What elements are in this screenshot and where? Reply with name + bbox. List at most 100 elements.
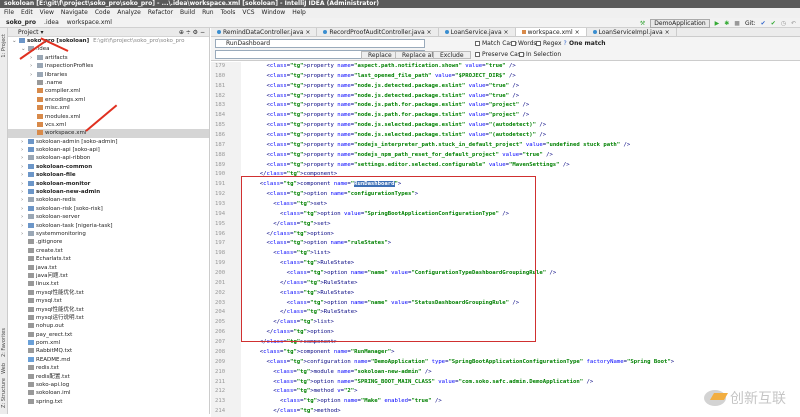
tree-item[interactable]: mysql运行说明.txt <box>8 314 209 322</box>
breadcrumb-project[interactable]: soko_pro <box>6 18 36 27</box>
tree-item[interactable]: › sokoloan-new-admin <box>8 188 209 196</box>
tree-item[interactable]: README.md <box>8 356 209 364</box>
build-icon[interactable]: ⚒ <box>640 20 645 27</box>
tree-item[interactable]: java问题.txt <box>8 272 209 280</box>
words-checkbox[interactable]: Words <box>511 40 537 48</box>
exclude-button[interactable]: Exclude <box>433 51 471 59</box>
stop-icon[interactable]: ■ <box>734 20 740 27</box>
tree-item[interactable]: › sokoloan-task [nigeria-task] <box>8 222 209 230</box>
chevron-right-icon[interactable]: › <box>21 188 28 196</box>
menu-refactor[interactable]: Refactor <box>148 8 173 18</box>
tree-item[interactable]: › sokoloan-redis <box>8 196 209 204</box>
tree-item[interactable]: .name <box>8 79 209 87</box>
chevron-right-icon[interactable]: › <box>21 213 28 221</box>
structure-tool-tab[interactable]: Z: Structure <box>1 378 7 408</box>
menu-edit[interactable]: Edit <box>21 8 33 18</box>
breadcrumb-file[interactable]: workspace.xml <box>67 18 112 27</box>
menu-run[interactable]: Run <box>202 8 214 18</box>
git-update-icon[interactable]: ✔ <box>761 20 766 27</box>
project-tool-tab[interactable]: 1: Project <box>1 34 7 58</box>
tree-item[interactable]: › sokoloan-monitor <box>8 180 209 188</box>
chevron-right-icon[interactable]: › <box>21 230 28 238</box>
run-config-select[interactable]: DemoApplication <box>650 18 710 28</box>
chevron-right-icon[interactable]: › <box>21 205 28 213</box>
tree-item[interactable]: › sokoloan-server <box>8 213 209 221</box>
editor-tab[interactable]: LoanServiceImpl.java × <box>587 28 677 36</box>
tree-item[interactable]: spring.txt <box>8 398 209 406</box>
run-icon[interactable]: ▶ <box>715 20 720 27</box>
tree-item[interactable]: › artifacts <box>8 54 209 62</box>
chevron-right-icon[interactable]: › <box>30 54 37 62</box>
chevron-right-icon[interactable]: › <box>21 180 28 188</box>
tree-item[interactable]: .gitignore <box>8 238 209 246</box>
tree-item[interactable]: › sokoloan-api [soko-api] <box>8 146 209 154</box>
chevron-right-icon[interactable]: › <box>21 163 28 171</box>
tree-item[interactable]: redis.txt <box>8 364 209 372</box>
tree-item[interactable]: create.txt <box>8 247 209 255</box>
tree-item[interactable]: › sokoloan-risk [soko-risk] <box>8 205 209 213</box>
tree-item[interactable]: mysql性能优化.txt <box>8 306 209 314</box>
tree-item[interactable]: › sokoloan-admin [soko-admin] <box>8 138 209 146</box>
favorites-tool-tab[interactable]: 2: Favorites <box>1 328 7 357</box>
chevron-right-icon[interactable]: › <box>21 222 28 230</box>
tree-item[interactable]: encodings.xml <box>8 96 209 104</box>
tree-item[interactable]: nohup.out <box>8 322 209 330</box>
chevron-right-icon[interactable]: › <box>21 171 28 179</box>
tree-item[interactable]: linux.txt <box>8 280 209 288</box>
breadcrumb-folder[interactable]: .idea <box>44 18 59 27</box>
chevron-right-icon[interactable]: › <box>30 71 37 79</box>
tree-item[interactable]: mysql.txt <box>8 297 209 305</box>
menu-window[interactable]: Window <box>262 8 286 18</box>
tree-item[interactable]: › systemmonitoring <box>8 230 209 238</box>
tree-item[interactable]: › inspectionProfiles <box>8 62 209 70</box>
regex-checkbox[interactable]: Regex ? <box>536 40 567 48</box>
tree-item[interactable]: workspace.xml <box>8 129 209 138</box>
chevron-right-icon[interactable]: › <box>21 196 28 204</box>
web-tool-tab[interactable]: Web <box>1 363 7 374</box>
chevron-right-icon[interactable]: › <box>21 146 28 154</box>
menu-tools[interactable]: Tools <box>221 8 236 18</box>
tree-item[interactable]: pay_erect.txt <box>8 331 209 339</box>
search-input[interactable]: RunDashboard <box>215 39 425 48</box>
tree-item[interactable]: redis配置.txt <box>8 373 209 381</box>
chevron-right-icon[interactable]: › <box>21 154 28 162</box>
editor-tab[interactable]: RemindDataController.java × <box>211 28 318 36</box>
menu-code[interactable]: Code <box>95 8 110 18</box>
tree-item[interactable]: Echarlats.txt <box>8 255 209 263</box>
tree-item[interactable]: vcs.xml <box>8 121 209 129</box>
git-commit-icon[interactable]: ✔ <box>771 20 776 27</box>
tree-item[interactable]: › sokoloan-api-ribbon <box>8 154 209 162</box>
menu-vcs[interactable]: VCS <box>242 8 254 18</box>
history-icon[interactable]: ◷ <box>781 20 786 27</box>
menu-file[interactable]: File <box>4 8 14 18</box>
chevron-right-icon[interactable]: › <box>21 138 28 146</box>
menu-help[interactable]: Help <box>292 8 306 18</box>
tree-item[interactable]: sokoloan.iml <box>8 389 209 397</box>
preserve-case-checkbox[interactable]: Preserve Case <box>475 51 525 59</box>
tree-item[interactable]: pom.xml <box>8 339 209 347</box>
tree-item[interactable]: modules.xml <box>8 113 209 121</box>
tree-item[interactable]: java.txt <box>8 264 209 272</box>
menu-view[interactable]: View <box>40 8 54 18</box>
tree-item[interactable]: › libraries <box>8 71 209 79</box>
panel-settings-icon[interactable]: ⊕ ÷ ⚙ − <box>179 28 205 37</box>
debug-icon[interactable]: ✱ <box>724 20 729 27</box>
editor-tab[interactable]: RecordProofAuditController.java × <box>317 28 439 36</box>
chevron-right-icon[interactable]: › <box>30 62 37 70</box>
tree-item[interactable]: › sokoloan-common <box>8 163 209 171</box>
tree-item[interactable]: soko-api.log <box>8 381 209 389</box>
in-selection-checkbox[interactable]: In Selection <box>519 51 561 59</box>
tree-item[interactable]: › sokoloan-file <box>8 171 209 179</box>
tree-item[interactable]: mysql性能优化.txt <box>8 289 209 297</box>
menu-build[interactable]: Build <box>180 8 195 18</box>
tree-item[interactable]: RabbitMQ.txt <box>8 347 209 355</box>
editor-tab[interactable]: workspace.xml × <box>515 28 587 36</box>
tree-item[interactable]: compiler.xml <box>8 87 209 95</box>
replace-button[interactable]: Replace <box>361 51 399 59</box>
revert-icon[interactable]: ↶ <box>791 20 796 27</box>
project-view-select[interactable]: Project <box>18 29 39 36</box>
editor-tab[interactable]: LoanService.java × <box>439 28 516 36</box>
chevron-down-icon[interactable]: ⌄ <box>12 37 19 45</box>
menu-navigate[interactable]: Navigate <box>61 8 88 18</box>
code-editor[interactable]: 179 <class="tg">property name="aspect.pa… <box>211 62 800 417</box>
